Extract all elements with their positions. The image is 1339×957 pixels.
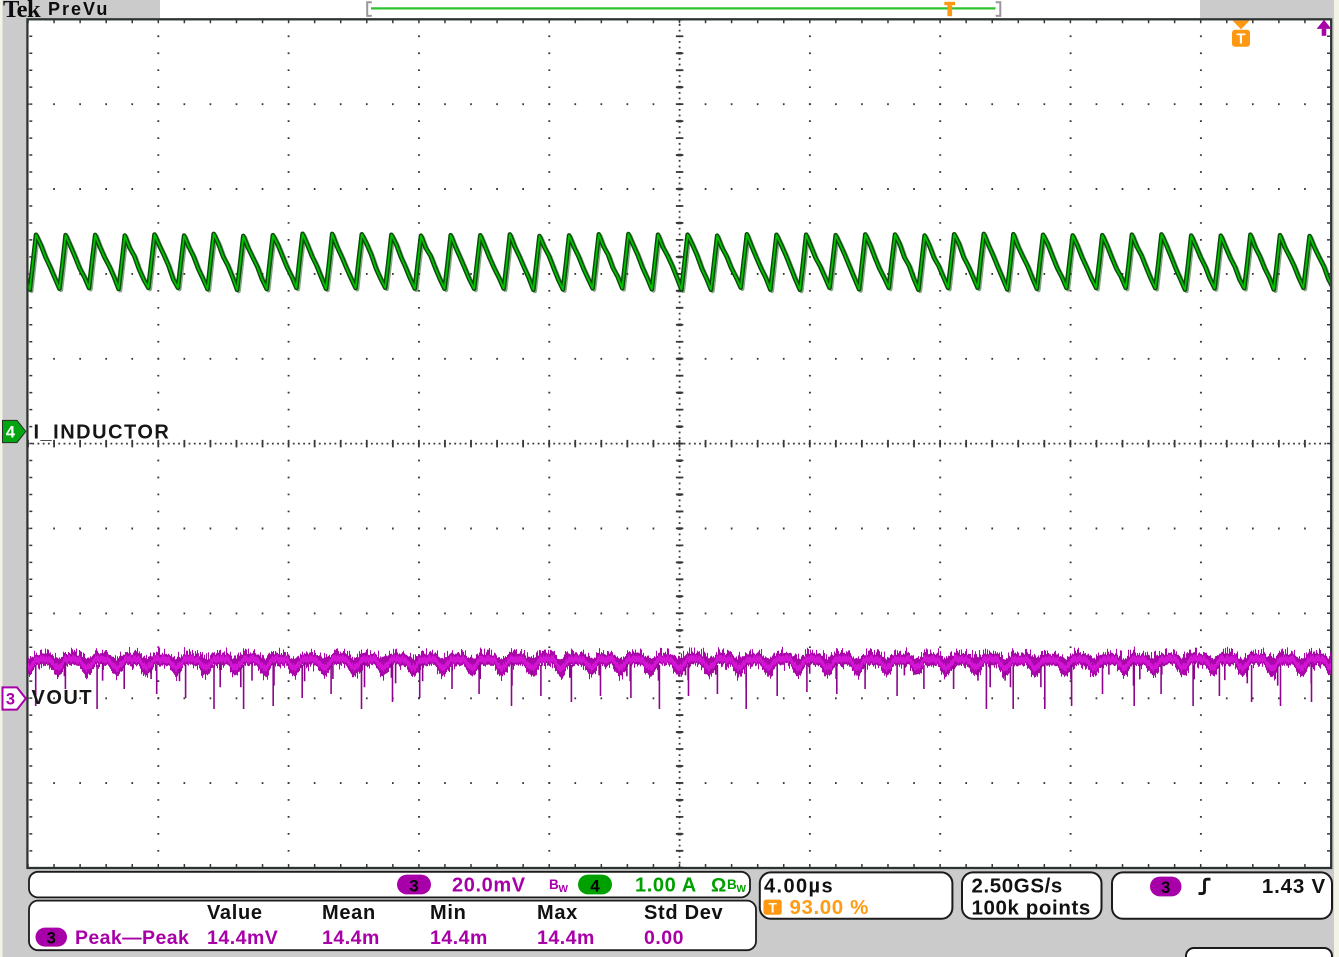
svg-text:Std Dev: Std Dev [644, 902, 724, 924]
svg-text:4: 4 [6, 424, 16, 442]
svg-text:100k points: 100k points [972, 897, 1091, 920]
svg-text:1.43 V: 1.43 V [1262, 875, 1326, 898]
svg-text:B: B [727, 877, 737, 892]
svg-text:3: 3 [1161, 879, 1170, 897]
svg-text:B: B [549, 877, 559, 892]
svg-text:20.0mV: 20.0mV [452, 875, 526, 897]
svg-text:2.50GS/s: 2.50GS/s [972, 875, 1063, 898]
svg-text:4: 4 [590, 876, 600, 895]
svg-text:0.00: 0.00 [644, 927, 684, 949]
svg-text:14.4m: 14.4m [537, 927, 595, 949]
svg-text:Mean: Mean [322, 902, 376, 924]
svg-text:T: T [768, 900, 777, 915]
svg-text:93.00 %: 93.00 % [790, 896, 869, 919]
svg-text:VOUT: VOUT [32, 687, 94, 709]
svg-text:I_INDUCTOR: I_INDUCTOR [34, 421, 171, 443]
svg-text:3: 3 [409, 876, 418, 895]
svg-text:3: 3 [47, 930, 56, 948]
svg-text:Ω: Ω [711, 876, 726, 897]
svg-text:14.4m: 14.4m [322, 927, 380, 949]
svg-text:Min: Min [430, 902, 467, 924]
svg-text:4.00µs: 4.00µs [764, 876, 834, 898]
svg-text:T: T [1236, 31, 1245, 48]
svg-text:W: W [559, 884, 569, 895]
svg-text:Value: Value [207, 902, 263, 924]
svg-text:1.00 A: 1.00 A [635, 875, 697, 897]
svg-text:Tek: Tek [3, 0, 41, 23]
svg-text:Max: Max [537, 902, 578, 924]
svg-text:14.4mV: 14.4mV [207, 927, 278, 949]
svg-text:PreVu: PreVu [48, 0, 109, 19]
svg-text:3: 3 [6, 691, 15, 709]
svg-text:Peak—Peak: Peak—Peak [75, 927, 189, 949]
svg-text:W: W [737, 884, 747, 895]
svg-text:14.4m: 14.4m [430, 927, 488, 949]
